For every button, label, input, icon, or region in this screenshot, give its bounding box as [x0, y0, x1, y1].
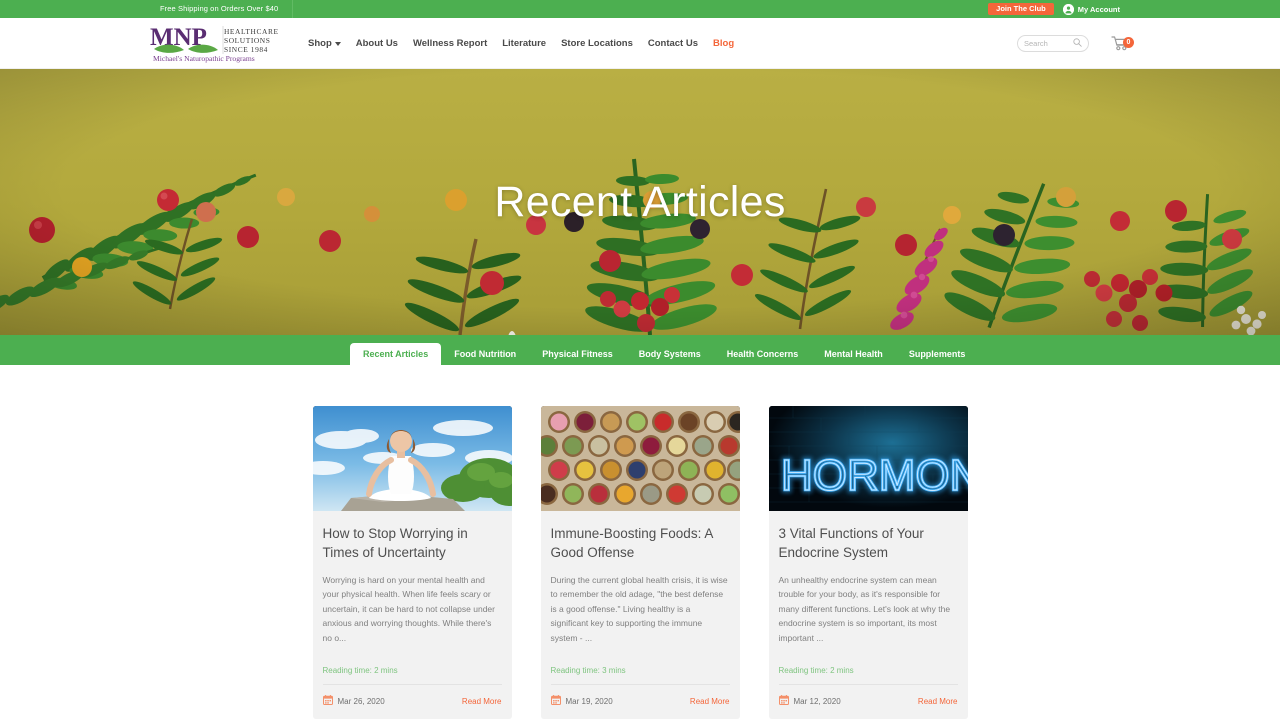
article-thumbnail-food-bowls[interactable]: [540, 406, 740, 511]
hero-banner: Recent Articles: [0, 69, 1280, 335]
article-excerpt: An unhealthy endocrine system can mean t…: [778, 575, 951, 643]
tab-food-nutrition[interactable]: Food Nutrition: [441, 343, 529, 365]
article-excerpt: During the current global health crisis,…: [550, 575, 728, 643]
read-more-link[interactable]: Read More: [462, 697, 502, 706]
nav-item-shop[interactable]: Shop: [308, 38, 341, 49]
nav-item-literature[interactable]: Literature: [502, 38, 546, 49]
calendar-icon: [778, 692, 789, 710]
article-date-group: Mar 26, 2020: [322, 692, 385, 710]
article-card[interactable]: Immune-Boosting Foods: A Good Offense Du…: [540, 406, 740, 720]
article-date: Mar 19, 2020: [565, 696, 613, 706]
calendar-icon: [322, 692, 333, 710]
article-thumbnail-hormones-neon[interactable]: HORMONES HORMONES HORMONES: [768, 406, 968, 511]
article-title[interactable]: 3 Vital Functions of Your Endocrine Syst…: [779, 524, 958, 562]
tab-mental-health[interactable]: Mental Health: [811, 343, 896, 365]
article-card[interactable]: HORMONES HORMONES HORMONES 3 Vital Funct…: [768, 406, 968, 720]
article-date: Mar 26, 2020: [337, 696, 385, 706]
read-more-link[interactable]: Read More: [690, 697, 730, 706]
read-more-link[interactable]: Read More: [918, 697, 958, 706]
nav-item-blog[interactable]: Blog: [713, 38, 734, 49]
article-date-group: Mar 19, 2020: [550, 692, 613, 710]
article-reading-time: Reading time: 2 mins: [322, 666, 398, 676]
free-shipping-note: Free Shipping on Orders Over $40: [160, 0, 294, 18]
tab-recent-articles[interactable]: Recent Articles: [350, 343, 442, 365]
article-card-grid: How to Stop Worrying in Times of Uncerta…: [0, 365, 1280, 720]
search-icon[interactable]: [1073, 34, 1082, 52]
article-title[interactable]: Immune-Boosting Foods: A Good Offense: [551, 524, 730, 562]
search-input[interactable]: [1024, 38, 1073, 48]
user-circle-icon: [1062, 3, 1074, 15]
nav-item-shop-label: Shop: [308, 37, 332, 49]
page-title: Recent Articles: [494, 177, 786, 226]
search-box[interactable]: [1017, 34, 1089, 52]
svg-text:SINCE 1984: SINCE 1984: [224, 45, 268, 54]
join-the-club-button[interactable]: Join The Club: [988, 2, 1054, 16]
svg-text:SOLUTIONS: SOLUTIONS: [224, 36, 270, 45]
article-title[interactable]: How to Stop Worrying in Times of Uncerta…: [323, 524, 502, 562]
tab-supplements[interactable]: Supplements: [896, 343, 979, 365]
my-account-label: My Account: [1077, 4, 1120, 14]
utility-top-bar: Free Shipping on Orders Over $40 Join Th…: [0, 0, 1280, 18]
shopping-cart-button[interactable]: 0: [1111, 35, 1134, 51]
nav-item-wellness-report[interactable]: Wellness Report: [413, 38, 487, 49]
nav-item-store-locations[interactable]: Store Locations: [561, 38, 633, 49]
article-thumbnail-meditation[interactable]: [312, 406, 512, 511]
svg-text:HEALTHCARE: HEALTHCARE: [224, 27, 279, 36]
nav-item-about-us[interactable]: About Us: [356, 38, 398, 49]
cart-count-badge: 0: [1123, 37, 1134, 48]
tab-health-concerns[interactable]: Health Concerns: [714, 343, 812, 365]
article-excerpt: Worrying is hard on your mental health a…: [322, 575, 495, 643]
article-card[interactable]: How to Stop Worrying in Times of Uncerta…: [312, 406, 512, 720]
my-account-link[interactable]: My Account: [1062, 3, 1120, 15]
calendar-icon: [550, 692, 561, 710]
category-tab-bar: Recent Articles Food Nutrition Physical …: [0, 335, 1280, 365]
article-reading-time: Reading time: 2 mins: [778, 666, 854, 676]
site-header: MNP HEALTHCARE SOLUTIONS SINCE 1984 Mich…: [0, 18, 1280, 69]
main-navigation: Shop About Us Wellness Report Literature…: [308, 38, 1017, 49]
tab-body-systems[interactable]: Body Systems: [626, 343, 714, 365]
article-reading-time: Reading time: 3 mins: [550, 666, 626, 676]
chevron-down-icon: [334, 41, 341, 46]
article-date: Mar 12, 2020: [793, 696, 841, 706]
tab-physical-fitness[interactable]: Physical Fitness: [529, 343, 626, 365]
nav-item-contact-us[interactable]: Contact Us: [648, 38, 698, 49]
svg-text:Michael's Naturopathic Program: Michael's Naturopathic Programs: [153, 54, 255, 63]
article-date-group: Mar 12, 2020: [778, 692, 841, 710]
site-logo[interactable]: MNP HEALTHCARE SOLUTIONS SINCE 1984 Mich…: [150, 23, 290, 63]
svg-text:HORMONES: HORMONES: [781, 451, 968, 500]
